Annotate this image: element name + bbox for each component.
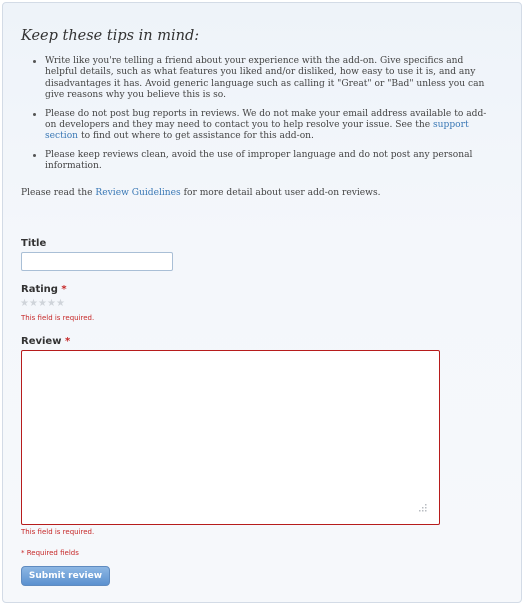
title-label: Title [21, 238, 47, 249]
resize-grip-icon[interactable] [418, 503, 428, 513]
rating-label: Rating [21, 284, 58, 295]
required-fields-note: * Required fields [21, 549, 79, 557]
submit-review-button[interactable]: Submit review [21, 566, 110, 586]
tip-item: Please do not post bug reports in review… [33, 109, 493, 143]
tip-item: Please keep reviews clean, avoid the use… [33, 150, 493, 173]
rating-star-icon[interactable]: ★ [56, 299, 65, 309]
tip-text: to find out where to get assistance for … [78, 131, 314, 142]
guidelines-note: Please read the Review Guidelines for mo… [21, 188, 381, 198]
review-form-panel: Keep these tips in mind: Write like you'… [2, 2, 522, 603]
required-asterisk: * [61, 284, 67, 295]
guidelines-text: for more detail about user add-on review… [180, 188, 381, 198]
rating-stars[interactable]: ★ ★ ★ ★ ★ [20, 299, 65, 309]
review-error: This field is required. [21, 528, 95, 536]
tip-text: Please keep reviews clean, avoid the use… [45, 149, 473, 172]
review-label-row: Review * [21, 336, 70, 347]
rating-star-icon[interactable]: ★ [47, 299, 56, 309]
tip-item: Write like you're telling a friend about… [33, 56, 493, 102]
tips-heading: Keep these tips in mind: [21, 28, 200, 44]
title-input[interactable] [21, 252, 173, 271]
review-textarea[interactable] [21, 350, 440, 525]
tip-text: Write like you're telling a friend about… [45, 56, 485, 101]
rating-star-icon[interactable]: ★ [29, 299, 38, 309]
rating-star-icon[interactable]: ★ [38, 299, 47, 309]
review-label: Review [21, 336, 62, 347]
tips-list: Write like you're telling a friend about… [33, 56, 493, 180]
review-guidelines-link[interactable]: Review Guidelines [95, 188, 180, 198]
guidelines-text: Please read the [21, 188, 96, 198]
rating-error: This field is required. [21, 314, 95, 322]
rating-label-row: Rating * [21, 284, 67, 295]
required-asterisk: * [64, 336, 71, 347]
rating-star-icon[interactable]: ★ [20, 299, 29, 309]
tip-text: Please do not post bug reports in review… [45, 108, 487, 131]
